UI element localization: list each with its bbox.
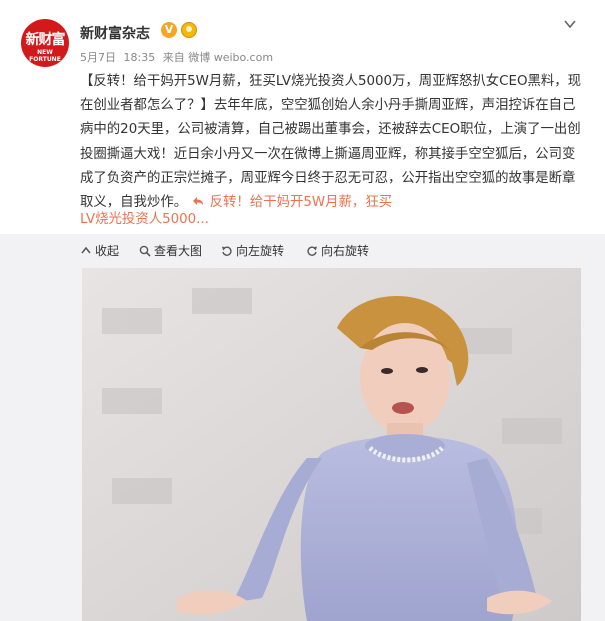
post-date[interactable]: 5月7日 [80, 51, 116, 64]
rotate-right-icon [307, 246, 317, 256]
search-icon [139, 245, 151, 257]
post-photo[interactable] [82, 268, 581, 621]
view-large-label: 查看大图 [154, 244, 203, 258]
photo-illustration [82, 268, 581, 621]
chevron-down-icon[interactable] [563, 17, 577, 31]
post-source[interactable]: 微博 weibo.com [188, 51, 273, 64]
rotate-left-label: 向左旋转 [236, 244, 285, 258]
avatar-logo-subtext: NEW FORTUNE [29, 49, 61, 63]
account-name[interactable]: 新财富杂志 [80, 23, 150, 43]
post-text: 【反转！给干妈开5W月薪，狂买LV烧光投资人5000万，周亚辉怒扒女CEO黑料，… [80, 70, 585, 215]
avatar-logo-text: 新财富 [25, 32, 66, 48]
avatar[interactable]: 新财富 NEW FORTUNE [21, 19, 69, 67]
collapse-button[interactable]: 收起 [80, 242, 119, 259]
collapse-label: 收起 [95, 244, 120, 258]
rotate-right-label: 向右旋转 [321, 244, 370, 258]
post-header: 新财富 NEW FORTUNE 新财富杂志 V 5月7日 18:35 来自 微博… [0, 0, 605, 70]
article-link-continued[interactable]: LV烧光投资人5000... [80, 207, 209, 227]
image-viewer [0, 268, 605, 621]
source-prefix: 来自 [162, 51, 185, 64]
post-time[interactable]: 18:35 [124, 51, 156, 64]
link-icon [193, 197, 204, 206]
post-meta: 5月7日 18:35 来自 微博 weibo.com [80, 49, 277, 65]
vip-medal-icon[interactable] [181, 22, 197, 38]
rotate-right-button[interactable]: 向右旋转 [306, 242, 369, 259]
image-toolbar: 收起 查看大图 向左旋转 向右旋转 [0, 234, 605, 268]
rotate-left-icon [222, 246, 232, 256]
view-large-button[interactable]: 查看大图 [139, 242, 202, 259]
article-link[interactable]: 反转！给干妈开5W月薪，狂买 [191, 195, 392, 210]
article-link-text[interactable]: 反转！给干妈开5W月薪，狂买 [210, 195, 392, 210]
rotate-left-button[interactable]: 向左旋转 [221, 242, 284, 259]
collapse-up-icon [81, 246, 91, 254]
verified-icon: V [161, 22, 177, 38]
post-body: 【反转！给干妈开5W月薪，狂买LV烧光投资人5000万，周亚辉怒扒女CEO黑料，… [80, 74, 582, 211]
